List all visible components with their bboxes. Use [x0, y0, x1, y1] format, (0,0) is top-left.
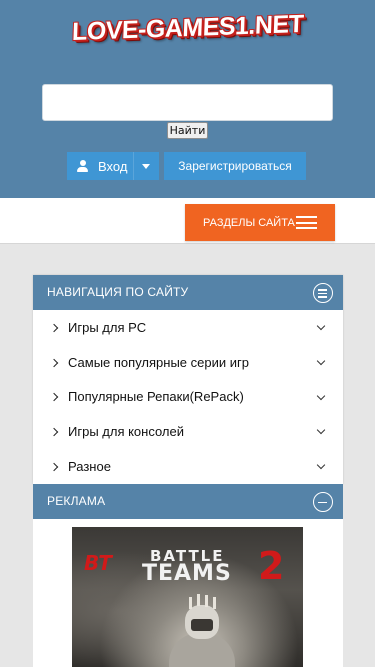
site-sections-label: РАЗДЕЛЫ САЙТА: [203, 216, 295, 229]
nav-item-label: Игры для консолей: [68, 424, 185, 440]
menu-bar: РАЗДЕЛЫ САЙТА: [0, 198, 375, 244]
navigation-header[interactable]: НАВИГАЦИЯ ПО САЙТУ: [33, 275, 343, 310]
ad-character-figure: [167, 594, 237, 667]
ad-block: РЕКЛАМА BT BATTLE TEAMS 2: [33, 484, 343, 667]
page: LOVE-GAMES1.NET Найти Вход Зарегистриров…: [0, 0, 375, 667]
login-divider: [133, 152, 134, 180]
ad-title: РЕКЛАМА: [47, 494, 106, 508]
ad-banner-number: 2: [258, 544, 285, 588]
hamburger-icon: [296, 216, 317, 229]
minus-circle-icon[interactable]: [313, 492, 333, 512]
login-label: Вход: [98, 158, 128, 174]
site-logo[interactable]: LOVE-GAMES1.NET: [0, 10, 375, 46]
nav-item-label: Разное: [68, 459, 111, 475]
chevron-down-icon[interactable]: [316, 426, 326, 435]
navigation-title: НАВИГАЦИЯ ПО САЙТУ: [47, 285, 189, 299]
nav-item-label: Самые популярные серии игр: [68, 354, 249, 370]
menu-circle-icon[interactable]: [313, 283, 333, 303]
chevron-right-icon: [49, 393, 59, 402]
nav-item-misc[interactable]: Разное: [33, 449, 343, 484]
chevron-right-icon: [49, 428, 59, 437]
chevron-down-icon[interactable]: [316, 356, 326, 366]
ad-header[interactable]: РЕКЛАМА: [33, 484, 343, 519]
chevron-right-icon: [49, 358, 59, 367]
caret-down-icon[interactable]: [142, 164, 150, 169]
chevron-down-icon[interactable]: [316, 460, 326, 470]
chevron-down-icon[interactable]: [316, 391, 326, 400]
logo-text[interactable]: LOVE-GAMES1.NET: [71, 10, 303, 47]
login-button[interactable]: Вход: [67, 152, 159, 180]
site-header: LOVE-GAMES1.NET Найти Вход Зарегистриров…: [0, 0, 375, 198]
nav-item-pc-games[interactable]: Игры для PC: [33, 310, 343, 345]
navigation-block: НАВИГАЦИЯ ПО САЙТУ Игры для PC Самые поп…: [33, 275, 343, 484]
chevron-right-icon: [49, 462, 59, 472]
nav-item-popular-series[interactable]: Самые популярные серии игр: [33, 345, 343, 380]
ad-banner-image[interactable]: BT BATTLE TEAMS 2: [72, 527, 303, 667]
nav-item-console-games[interactable]: Игры для консолей: [33, 414, 343, 449]
nav-item-label: Популярные Репаки(RePack): [68, 389, 244, 405]
chevron-down-icon[interactable]: [316, 321, 326, 331]
search-button[interactable]: Найти: [167, 122, 208, 139]
ad-brand-mark: BT: [84, 551, 112, 575]
nav-item-label: Игры для PC: [68, 319, 147, 335]
user-icon: [77, 160, 88, 172]
search-input[interactable]: [42, 84, 333, 121]
site-sections-button[interactable]: РАЗДЕЛЫ САЙТА: [185, 204, 335, 241]
ad-banner-word-teams: TEAMS: [142, 561, 232, 586]
register-button[interactable]: Зарегистрироваться: [164, 152, 306, 180]
chevron-right-icon: [49, 323, 59, 333]
nav-item-repacks[interactable]: Популярные Репаки(RePack): [33, 380, 343, 415]
